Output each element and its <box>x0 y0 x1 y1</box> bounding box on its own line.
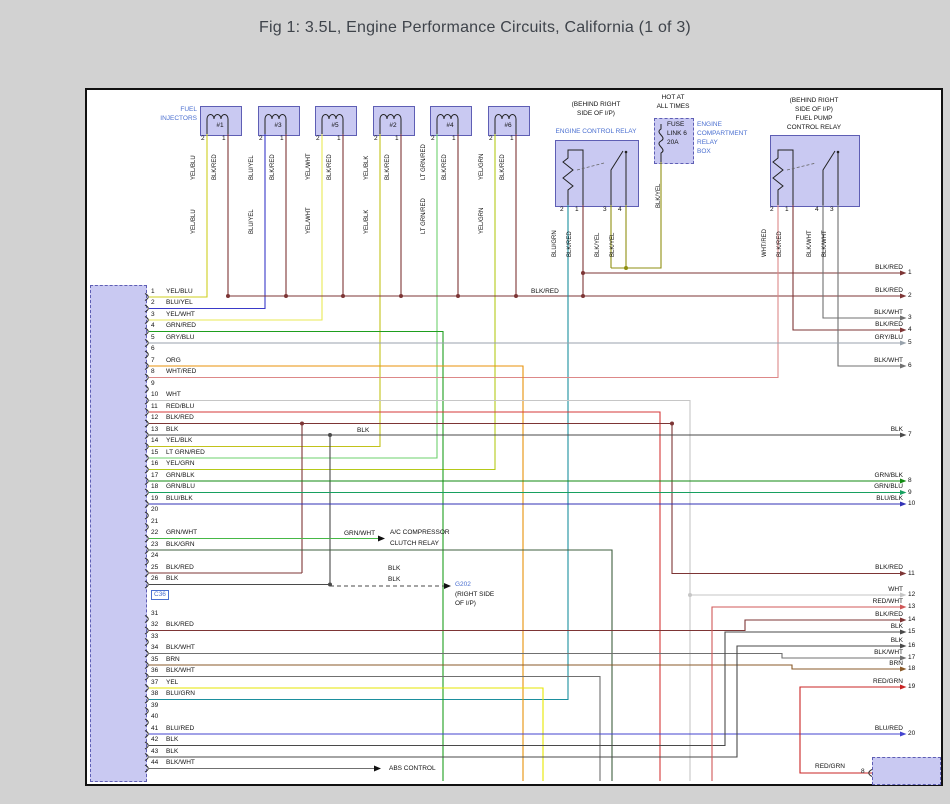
diagram-canvas: FUELINJECTORS#121YEL/BLUYEL/BLUBLK/RED#3… <box>0 0 950 804</box>
diagram-frame <box>85 88 943 786</box>
